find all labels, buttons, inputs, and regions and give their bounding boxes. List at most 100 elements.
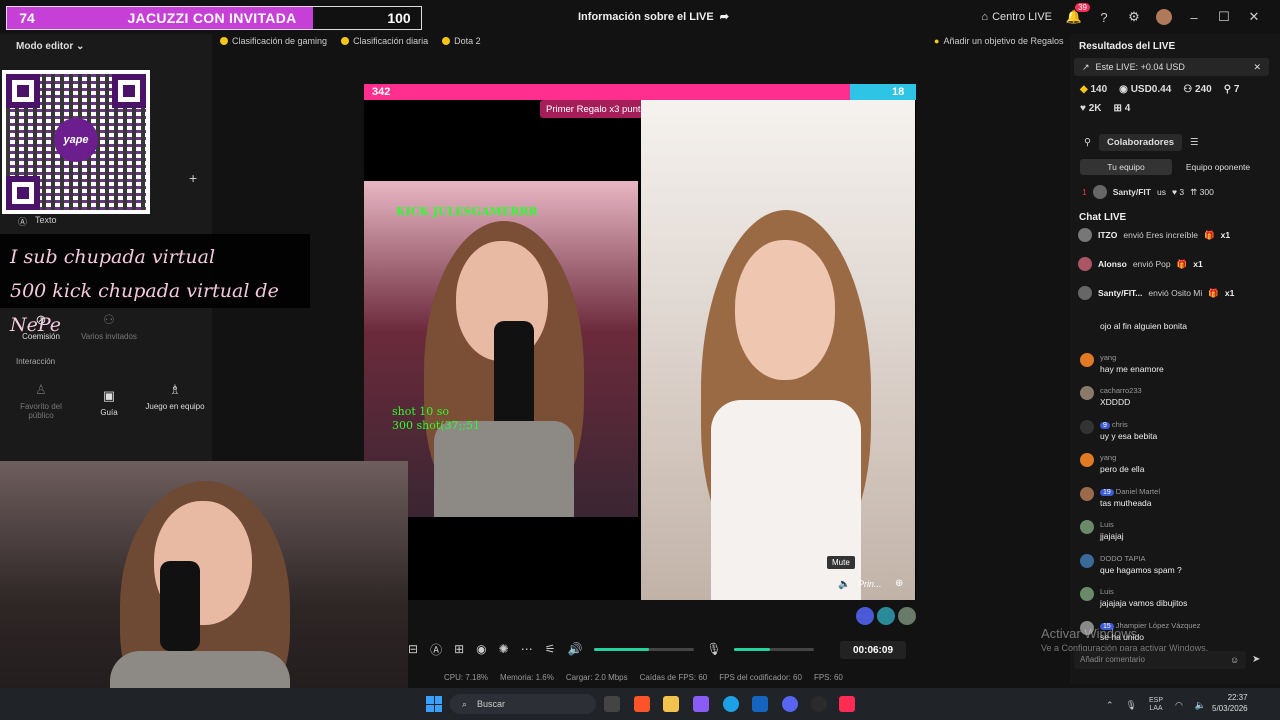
comment-input[interactable]: Añadir comentario (1074, 651, 1246, 669)
store-icon[interactable] (752, 696, 768, 712)
collaborators-row: ⚲ Colaboradores ☰ (1084, 134, 1199, 151)
emoji-icon[interactable]: ☺ (1230, 655, 1239, 665)
language-indicator[interactable]: ESP LAA (1149, 697, 1163, 713)
edge-icon[interactable] (723, 696, 739, 712)
favorito-button[interactable]: ♙ Favorito del público (10, 382, 72, 420)
gift-user: ITZO (1098, 230, 1118, 240)
stat-memory: Memoria: 1.6% (500, 673, 554, 682)
settings-sliders-icon[interactable]: ⚟ (545, 642, 556, 656)
coemision-button[interactable]: ⊘ Coemisión (10, 312, 72, 341)
avatar[interactable] (877, 607, 895, 625)
tab-my-team[interactable]: Tu equipo (1080, 159, 1172, 175)
live-stats-row-2: ♥ 2K ⊞ 4 (1080, 103, 1130, 114)
goal-current-value: 74 (19, 10, 35, 26)
qr-finder (6, 176, 40, 210)
user-level-badge: 19 (1100, 488, 1114, 496)
windows-start-icon[interactable] (426, 696, 442, 712)
shot-overlay-line: shot 10 so (392, 405, 450, 418)
stat-value: 240 (1195, 84, 1212, 95)
layout-icon[interactable]: ⊞ (454, 642, 464, 656)
brave-icon[interactable] (634, 696, 650, 712)
mic-meter[interactable] (733, 647, 814, 651)
team-member-row[interactable]: 1 Santy/FIT us ♥ 3 ⇈ 300 (1082, 185, 1214, 199)
microphone-icon[interactable]: 🎙 (706, 642, 721, 656)
person-icon[interactable]: ⚲ (1084, 137, 1091, 148)
coin-icon (220, 37, 228, 45)
varios-invitados-label: Varios invitados (81, 332, 137, 341)
team-icon: ♗ (169, 382, 181, 397)
obs-icon[interactable] (811, 696, 827, 712)
copilot-icon[interactable] (693, 696, 709, 712)
avatar[interactable] (856, 607, 874, 625)
mode-editor-dropdown[interactable]: Modo editor ⌄ (16, 41, 84, 52)
more-icon[interactable]: ⋯ (521, 642, 533, 656)
guest-outfit (711, 400, 861, 600)
tag-daily[interactable]: Clasificación diaria (341, 34, 428, 48)
team-rank: 1 (1082, 187, 1087, 197)
avatar[interactable] (898, 607, 916, 625)
chat-message: 19 Daniel Martel tas mutheada (1080, 486, 1260, 508)
gift-count: x1 (1193, 259, 1203, 269)
varios-invitados-button[interactable]: ⚇ Varios invitados (78, 312, 140, 341)
close-icon[interactable]: ✕ (1253, 62, 1261, 73)
taskbar-search[interactable]: ⌕ Buscar (450, 694, 596, 714)
stat-gifts: ⊞ 4 (1114, 103, 1131, 114)
microphone-icon[interactable]: 🎙 (1126, 700, 1137, 711)
taskbar-clock[interactable]: 22:37 5/03/2026 (1212, 692, 1248, 714)
text-source[interactable]: Ⓐ Texto (18, 215, 57, 228)
tiktok-icon[interactable] (839, 696, 855, 712)
add-circle-icon[interactable]: ⊕ (895, 578, 903, 589)
speaker-icon[interactable]: 🔈 (1195, 700, 1206, 711)
chevron-up-icon[interactable]: ⌃ (1106, 700, 1114, 711)
list-icon[interactable]: ☰ (1190, 137, 1199, 148)
share-icon: ➦ (719, 11, 729, 23)
stat-value: USD0.44 (1130, 84, 1172, 95)
chat-message-body: DODO TAPIA que hagamos spam ? (1100, 554, 1182, 575)
chat-text: que hagamos spam ? (1100, 564, 1182, 575)
scene-icon[interactable]: ⊟ (408, 642, 418, 656)
chat-message-body: yang hay me enamore (1100, 353, 1164, 374)
overlay-line: I sub chupada virtual (10, 246, 216, 268)
team-tabs: Tu equipo Equipo oponente (1080, 159, 1264, 175)
users-icon: ⚇ (1183, 84, 1193, 95)
chat-text: jajajaja vamos dibujitos (1100, 598, 1188, 608)
ai-icon[interactable]: Ⓐ (430, 641, 442, 658)
close-icon[interactable]: ✕ (1246, 9, 1262, 25)
tab-opponent[interactable]: Equipo oponente (1172, 159, 1264, 175)
live-stats-row: ◆ 140 ◉ USD0.44 ⚇ 240 ⚲ 7 (1080, 84, 1239, 95)
chat-username-text: yang (1100, 352, 1117, 362)
send-icon[interactable]: ➤ (1252, 654, 1260, 665)
tag-gaming[interactable]: Clasificación de gaming (220, 34, 327, 48)
avatar[interactable] (1156, 9, 1172, 25)
speaker-icon[interactable]: 🔈 (838, 579, 850, 590)
bell-icon[interactable]: 🔔 39 (1066, 3, 1090, 25)
minimize-icon[interactable]: – (1186, 9, 1202, 25)
help-icon[interactable]: ? (1096, 9, 1112, 25)
juego-equipo-button[interactable]: ♗ Juego en equipo (144, 382, 206, 411)
live-info-link[interactable]: Información sobre el LIVE ➦ (578, 10, 729, 24)
chat-message: ojo al fin alguien bonita (1080, 319, 1260, 333)
centro-live-button[interactable]: ⌂ Centro LIVE (981, 11, 1052, 23)
task-view-icon[interactable] (604, 696, 620, 712)
tag-label: Dota 2 (454, 36, 481, 46)
text-icon: Ⓐ (18, 217, 28, 227)
wifi-icon[interactable]: ◠ (1175, 700, 1183, 711)
volume-meter[interactable] (594, 647, 695, 651)
gift-icon: 🎁 (1204, 229, 1215, 240)
discord-icon[interactable] (782, 696, 798, 712)
folder-icon[interactable] (663, 696, 679, 712)
gear-icon[interactable]: ⚙ (1126, 9, 1142, 25)
tag-dota[interactable]: Dota 2 (442, 34, 481, 48)
chat-message-body: ojo al fin alguien bonita (1100, 319, 1187, 333)
add-source-icon[interactable]: + (189, 170, 197, 186)
volume-icon[interactable]: 🔊 (567, 642, 582, 656)
heart-icon: ♥ (1080, 103, 1086, 114)
effects-icon[interactable]: ✺ (499, 642, 509, 656)
add-gift-goal-button[interactable]: ● Añadir un objetivo de Regalos (934, 36, 1064, 46)
maximize-icon[interactable]: ☐ (1216, 9, 1232, 25)
record-icon[interactable]: ◉ (476, 642, 486, 656)
team-member-name: Santy/FIT (1112, 187, 1151, 197)
collaborators-button[interactable]: Colaboradores (1098, 134, 1183, 151)
guia-button[interactable]: ▣ Guía (78, 388, 140, 417)
avatar (1080, 419, 1094, 434)
